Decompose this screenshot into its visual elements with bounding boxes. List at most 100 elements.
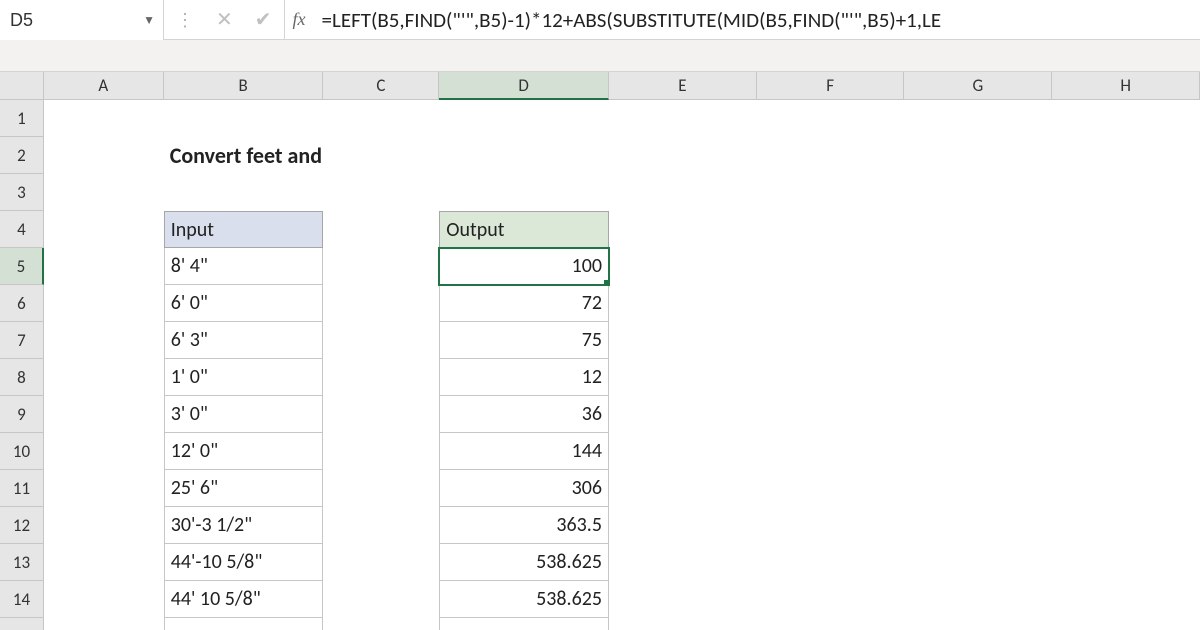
cell-B7[interactable]: 6' 3": [164, 322, 324, 359]
cell-G5[interactable]: [904, 248, 1052, 285]
col-header-E[interactable]: E: [609, 72, 757, 100]
row-header-15[interactable]: [0, 618, 44, 630]
cell-F5[interactable]: [757, 248, 905, 285]
cell-A15[interactable]: [44, 618, 164, 630]
cell-F6[interactable]: [757, 285, 905, 322]
col-header-C[interactable]: C: [323, 72, 439, 100]
cell-B13[interactable]: 44'-10 5/8": [164, 544, 324, 581]
cell-C8[interactable]: [323, 359, 439, 396]
cell-H12[interactable]: [1052, 507, 1200, 544]
cell-E11[interactable]: [609, 470, 757, 507]
cell-E8[interactable]: [609, 359, 757, 396]
cell-D11[interactable]: 306: [439, 470, 609, 507]
cell-A9[interactable]: [44, 396, 164, 433]
cell-D13[interactable]: 538.625: [439, 544, 609, 581]
cell-E6[interactable]: [609, 285, 757, 322]
cell-F8[interactable]: [757, 359, 905, 396]
name-box-dropdown-icon[interactable]: ▼: [143, 13, 155, 28]
select-all-corner[interactable]: [0, 72, 44, 100]
cell-C3[interactable]: [323, 174, 439, 211]
cell-F4[interactable]: [757, 211, 905, 248]
cell-H9[interactable]: [1052, 396, 1200, 433]
col-header-D[interactable]: D: [439, 72, 609, 100]
formula-bar[interactable]: fx =LEFT(B5,FIND("'",B5)-1)*12+ABS(SUBST…: [285, 0, 1200, 39]
cell-D4[interactable]: Output: [439, 211, 609, 248]
cell-C5[interactable]: [323, 248, 439, 285]
cell-B15[interactable]: [164, 618, 324, 630]
cell-F11[interactable]: [757, 470, 905, 507]
row-header-13[interactable]: 13: [0, 544, 44, 581]
cell-E9[interactable]: [609, 396, 757, 433]
worksheet-grid[interactable]: A B C D E F G H 1 2 Convert feet and inc…: [0, 72, 1200, 630]
cell-A10[interactable]: [44, 433, 164, 470]
cell-H2[interactable]: [1052, 137, 1200, 174]
cell-F3[interactable]: [757, 174, 905, 211]
col-header-B[interactable]: B: [164, 72, 324, 100]
cell-A7[interactable]: [44, 322, 164, 359]
cell-B5[interactable]: 8' 4": [164, 248, 324, 285]
cell-F12[interactable]: [757, 507, 905, 544]
cell-G4[interactable]: [904, 211, 1052, 248]
cell-B3[interactable]: [164, 174, 324, 211]
cell-G8[interactable]: [904, 359, 1052, 396]
cell-C12[interactable]: [323, 507, 439, 544]
cell-C10[interactable]: [323, 433, 439, 470]
row-header-2[interactable]: 2: [0, 137, 44, 174]
cell-H5[interactable]: [1052, 248, 1200, 285]
cell-F2[interactable]: [757, 137, 905, 174]
col-header-G[interactable]: G: [904, 72, 1052, 100]
cell-B4[interactable]: Input: [164, 211, 324, 248]
cell-F10[interactable]: [757, 433, 905, 470]
name-box[interactable]: ▼: [0, 0, 164, 40]
row-header-3[interactable]: 3: [0, 174, 44, 211]
row-header-11[interactable]: 11: [0, 470, 44, 507]
fx-icon[interactable]: fx: [293, 9, 316, 30]
cell-G13[interactable]: [904, 544, 1052, 581]
cell-A1[interactable]: [44, 100, 164, 137]
cell-D14[interactable]: 538.625: [439, 581, 609, 618]
cell-A6[interactable]: [44, 285, 164, 322]
cell-H8[interactable]: [1052, 359, 1200, 396]
cell-F1[interactable]: [757, 100, 905, 137]
cell-B11[interactable]: 25' 6": [164, 470, 324, 507]
row-header-7[interactable]: 7: [0, 322, 44, 359]
cell-G7[interactable]: [904, 322, 1052, 359]
row-header-6[interactable]: 6: [0, 285, 44, 322]
cell-C2[interactable]: [324, 137, 440, 174]
cell-A11[interactable]: [44, 470, 164, 507]
cell-G15[interactable]: [904, 618, 1052, 630]
cancel-icon[interactable]: ✕: [216, 7, 233, 32]
cell-G1[interactable]: [905, 100, 1053, 137]
cell-A8[interactable]: [44, 359, 164, 396]
cell-D7[interactable]: 75: [439, 322, 609, 359]
row-header-14[interactable]: 14: [0, 581, 44, 618]
cell-G10[interactable]: [904, 433, 1052, 470]
cell-H7[interactable]: [1052, 322, 1200, 359]
col-header-F[interactable]: F: [757, 72, 905, 100]
cell-H6[interactable]: [1052, 285, 1200, 322]
cell-H3[interactable]: [1052, 174, 1200, 211]
cell-E15[interactable]: [609, 618, 757, 630]
cell-C11[interactable]: [323, 470, 439, 507]
cell-E2[interactable]: [609, 137, 757, 174]
cell-F14[interactable]: [757, 581, 905, 618]
row-header-4[interactable]: 4: [0, 211, 44, 248]
cell-H11[interactable]: [1052, 470, 1200, 507]
enter-icon[interactable]: ✔: [255, 7, 272, 32]
cell-E10[interactable]: [609, 433, 757, 470]
cell-F7[interactable]: [757, 322, 905, 359]
row-header-9[interactable]: 9: [0, 396, 44, 433]
cell-D15[interactable]: [439, 618, 609, 630]
cell-C13[interactable]: [323, 544, 439, 581]
cell-D6[interactable]: 72: [439, 285, 609, 322]
cell-C9[interactable]: [323, 396, 439, 433]
cell-C14[interactable]: [323, 581, 439, 618]
cell-E4[interactable]: [609, 211, 757, 248]
formula-text[interactable]: =LEFT(B5,FIND("'",B5)-1)*12+ABS(SUBSTITU…: [322, 7, 942, 33]
row-header-5[interactable]: 5: [0, 248, 44, 285]
cell-G11[interactable]: [904, 470, 1052, 507]
cell-G9[interactable]: [904, 396, 1052, 433]
expand-icon[interactable]: ⋮: [176, 9, 194, 31]
cell-A12[interactable]: [44, 507, 164, 544]
cell-C15[interactable]: [323, 618, 439, 630]
